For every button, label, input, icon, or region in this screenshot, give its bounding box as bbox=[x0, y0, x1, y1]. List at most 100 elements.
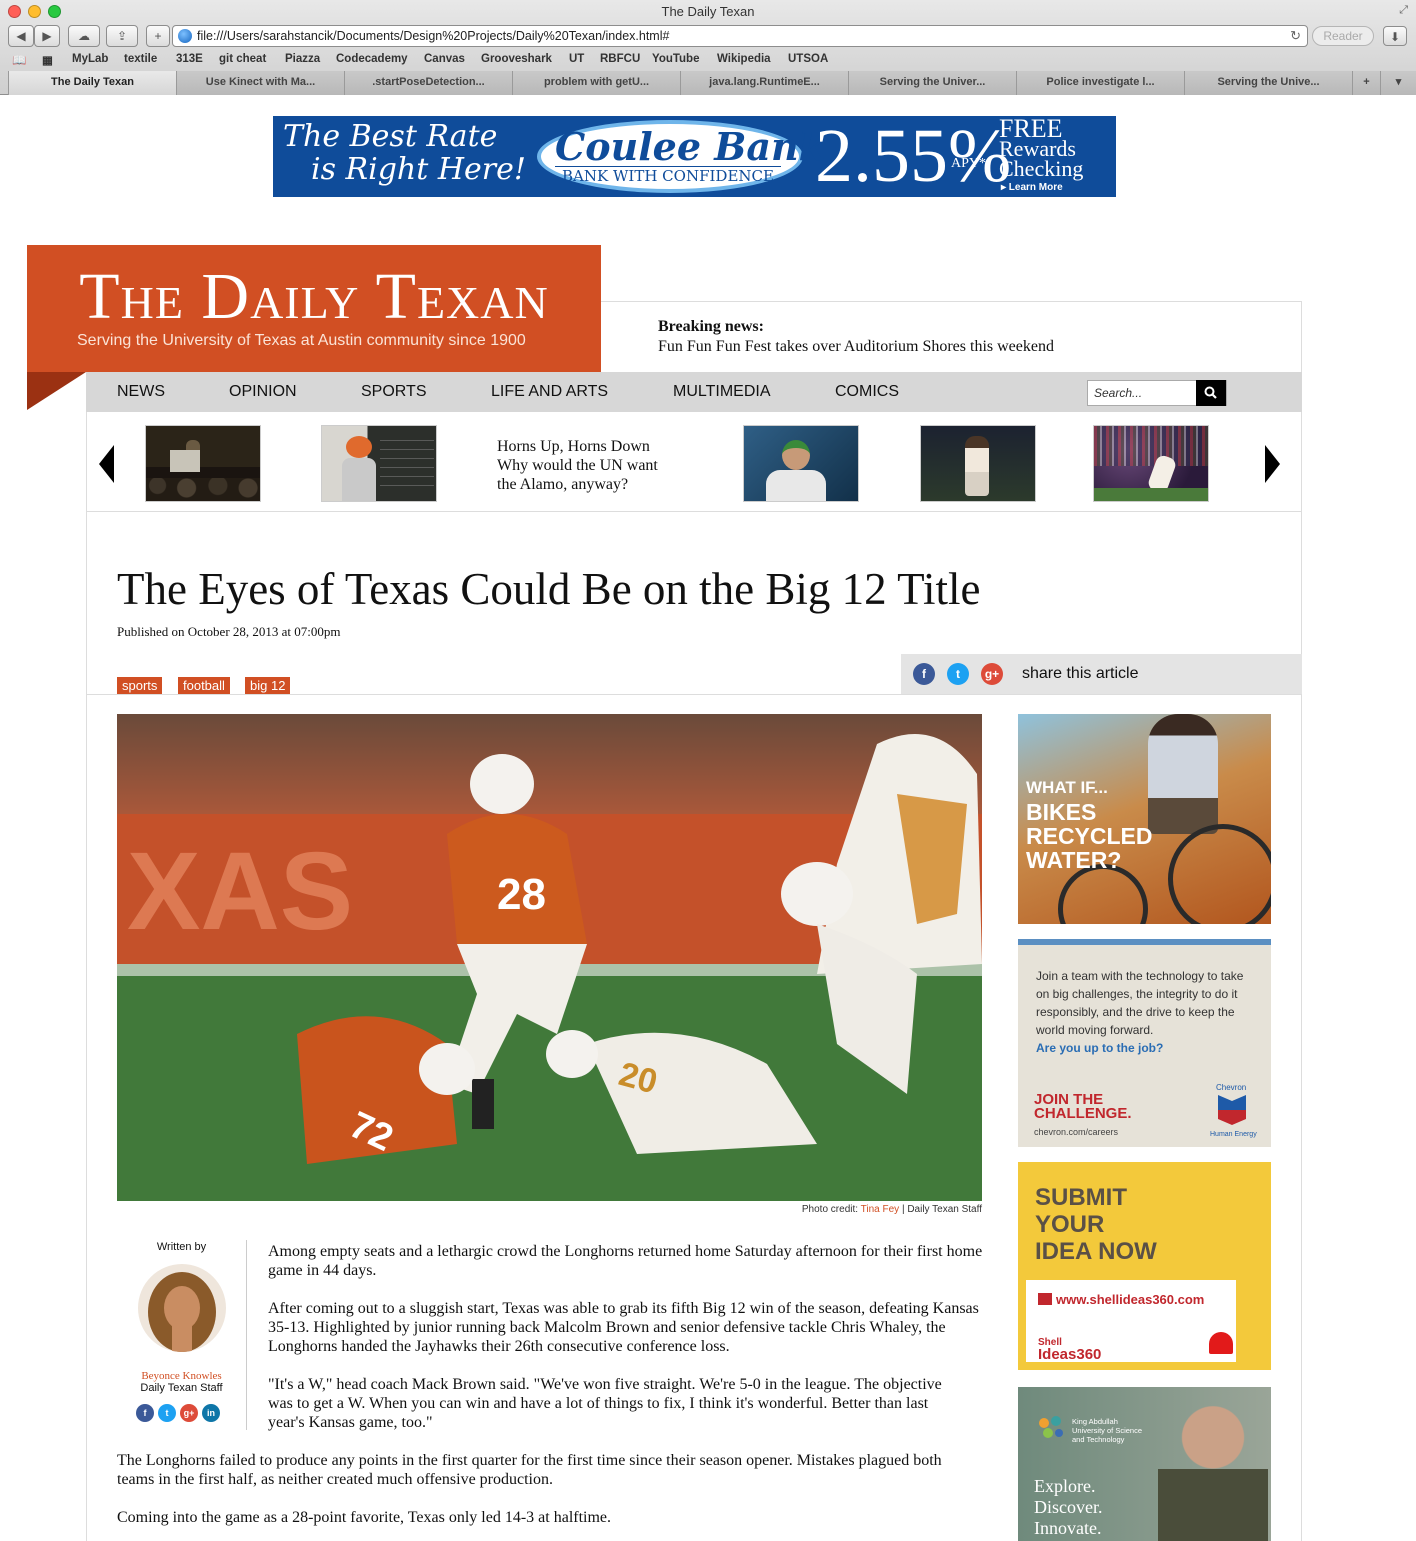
share-button[interactable]: ⇪ bbox=[106, 25, 138, 47]
icloud-tabs-button[interactable]: ☁ bbox=[68, 25, 100, 47]
play-icon bbox=[1038, 1293, 1052, 1305]
ad-question: Are you up to the job? bbox=[1036, 1041, 1164, 1055]
browser-tab[interactable]: Serving the Unive... bbox=[1184, 71, 1352, 95]
nav-sports[interactable]: SPORTS bbox=[361, 383, 427, 401]
bookmark-link[interactable]: Piazza bbox=[285, 53, 320, 65]
author-name[interactable]: Beyonce Knowles bbox=[117, 1370, 246, 1382]
ad-shell-ideas[interactable]: SUBMIT YOUR IDEA NOW www.shellideas360.c… bbox=[1018, 1162, 1271, 1370]
bookmark-link[interactable]: RBFCU bbox=[600, 53, 640, 65]
bookmark-link[interactable]: MyLab bbox=[72, 53, 108, 65]
carousel-next-arrow[interactable] bbox=[1265, 445, 1280, 483]
article-paragraph: The Longhorns failed to produce any poin… bbox=[117, 1452, 942, 1488]
carousel-text-feature[interactable]: Horns Up, Horns Down Why would the UN wa… bbox=[497, 437, 658, 494]
bookmarks-bar: 📖 ▦ MyLab textile 313E git cheat Piazza … bbox=[0, 51, 1416, 69]
ad-url-text: www.shellideas360.com bbox=[1056, 1292, 1205, 1307]
carousel-thumb-robot[interactable] bbox=[321, 425, 437, 502]
new-tab-button[interactable]: + bbox=[146, 25, 170, 47]
ad-kaust[interactable]: King Abdullah University of Science and … bbox=[1018, 1387, 1271, 1541]
hero-photo[interactable]: XAS 28 72 20 bbox=[117, 714, 982, 1201]
browser-tab[interactable]: java.lang.RuntimeE... bbox=[680, 71, 848, 95]
browser-tab[interactable]: .startPoseDetection... bbox=[344, 71, 512, 95]
ad-line: Innovate. bbox=[1034, 1518, 1102, 1538]
tab-overflow-button[interactable]: ▾ bbox=[1380, 71, 1416, 95]
site-title[interactable]: The Daily Texan bbox=[27, 259, 601, 335]
ad-line: and Technology bbox=[1072, 1435, 1125, 1444]
back-button[interactable]: ◀ bbox=[8, 25, 34, 47]
browser-tab[interactable]: The Daily Texan bbox=[8, 71, 176, 95]
carousel-thumb-lecture[interactable] bbox=[145, 425, 261, 502]
ad-line: The Best Rate bbox=[283, 119, 498, 154]
bookmark-link[interactable]: YouTube bbox=[652, 53, 699, 65]
carousel-thumb-chef[interactable] bbox=[743, 425, 859, 502]
ad-chevron-careers[interactable]: Join a team with the technology to take … bbox=[1018, 939, 1271, 1147]
coulee-bank-ad[interactable]: The Best Rate is Right Here! Coulee Bank… bbox=[273, 116, 1116, 197]
masthead-fold bbox=[27, 372, 86, 410]
tag-football[interactable]: football bbox=[178, 677, 230, 694]
ad-line: CHALLENGE. bbox=[1034, 1105, 1132, 1122]
breaking-news-link[interactable]: Fun Fun Fun Fest takes over Auditorium S… bbox=[658, 338, 1054, 355]
carousel-text-line: the Alamo, anyway? bbox=[497, 476, 629, 493]
site-tagline: Serving the University of Texas at Austi… bbox=[77, 332, 526, 349]
nav-opinion[interactable]: OPINION bbox=[229, 383, 297, 401]
thumb-chef-head bbox=[782, 440, 810, 470]
browser-tab[interactable]: Serving the Univer... bbox=[848, 71, 1016, 95]
bookmark-link[interactable]: UTSOA bbox=[788, 53, 828, 65]
ad-body: Join a team with the technology to take … bbox=[1036, 969, 1244, 1037]
ad-brand: Chevron bbox=[1216, 1083, 1247, 1092]
browser-tab[interactable]: Use Kinect with Ma... bbox=[176, 71, 344, 95]
google-plus-icon[interactable]: g+ bbox=[180, 1404, 198, 1422]
add-tab-button[interactable]: + bbox=[1352, 71, 1380, 95]
reader-button[interactable]: Reader bbox=[1312, 26, 1374, 46]
bookmark-link[interactable]: Canvas bbox=[424, 53, 465, 65]
photo-credit-name[interactable]: Tina Fey bbox=[861, 1204, 900, 1215]
reload-icon[interactable]: ↻ bbox=[1290, 26, 1301, 46]
reading-list-icon[interactable]: 📖 bbox=[12, 53, 26, 67]
downloads-button[interactable]: ⬇ bbox=[1383, 26, 1407, 46]
forward-button[interactable]: ▶ bbox=[34, 25, 60, 47]
ad-bikes-recycled-water[interactable]: WHAT IF... BIKES RECYCLED WATER? bbox=[1018, 714, 1271, 924]
nav-comics[interactable]: COMICS bbox=[835, 383, 899, 401]
tag-big-12[interactable]: big 12 bbox=[245, 677, 291, 694]
ad-kaust-tagline: Explore. Discover. Innovate. bbox=[1034, 1476, 1102, 1539]
browser-chrome: The Daily Texan ⤢ ◀ ▶ ☁ ⇪ + file:///User… bbox=[0, 0, 1416, 95]
bookmark-link[interactable]: git cheat bbox=[219, 53, 266, 65]
ad-shell-panel: www.shellideas360.com Shell Ideas360 bbox=[1026, 1280, 1236, 1362]
masthead[interactable]: The Daily Texan Serving the University o… bbox=[27, 245, 601, 372]
nav-multimedia[interactable]: MULTIMEDIA bbox=[673, 383, 770, 401]
bookmark-link[interactable]: Codecademy bbox=[336, 53, 408, 65]
google-plus-icon[interactable]: g+ bbox=[981, 663, 1003, 685]
story-carousel: Horns Up, Horns Down Why would the UN wa… bbox=[86, 412, 1302, 512]
carousel-thumb-run[interactable] bbox=[1093, 425, 1209, 502]
tag-sports[interactable]: sports bbox=[117, 677, 163, 694]
thumb-field bbox=[1094, 488, 1208, 501]
thumb-crowd bbox=[1094, 426, 1208, 466]
thumb-robot-head bbox=[346, 436, 372, 458]
address-bar[interactable]: file:///Users/sarahstancik/Documents/Des… bbox=[172, 25, 1308, 47]
browser-tab[interactable]: Police investigate l... bbox=[1016, 71, 1184, 95]
top-sites-icon[interactable]: ▦ bbox=[42, 53, 53, 67]
bookmark-link[interactable]: UT bbox=[569, 53, 584, 65]
facebook-icon[interactable]: f bbox=[913, 663, 935, 685]
search-button[interactable] bbox=[1196, 380, 1226, 406]
bookmark-link[interactable]: textile bbox=[124, 53, 157, 65]
ad-learn-more-link[interactable]: ▸ Learn More bbox=[1001, 182, 1063, 193]
bookmark-link[interactable]: Grooveshark bbox=[481, 53, 552, 65]
carousel-thumb-player[interactable] bbox=[920, 425, 1036, 502]
nav-life-and-arts[interactable]: LIFE AND ARTS bbox=[491, 383, 608, 401]
twitter-icon[interactable]: t bbox=[947, 663, 969, 685]
facebook-icon[interactable]: f bbox=[136, 1404, 154, 1422]
fullscreen-icon[interactable]: ⤢ bbox=[1399, 4, 1408, 17]
nav-news[interactable]: NEWS bbox=[117, 383, 165, 401]
linkedin-icon[interactable]: in bbox=[202, 1404, 220, 1422]
twitter-icon[interactable]: t bbox=[158, 1404, 176, 1422]
shell-logo-icon bbox=[1209, 1332, 1233, 1354]
ad-line: is Right Here! bbox=[311, 152, 526, 187]
bookmark-link[interactable]: 313E bbox=[176, 53, 203, 65]
avatar[interactable] bbox=[137, 1264, 226, 1352]
browser-tab[interactable]: problem with getU... bbox=[512, 71, 680, 95]
carousel-prev-arrow[interactable] bbox=[99, 445, 114, 483]
photo-credit: Photo credit: Tina Fey | Daily Texan Sta… bbox=[700, 1204, 982, 1215]
written-by-label: Written by bbox=[156, 1241, 207, 1253]
thumb-podium bbox=[170, 450, 200, 472]
bookmark-link[interactable]: Wikipedia bbox=[717, 53, 771, 65]
